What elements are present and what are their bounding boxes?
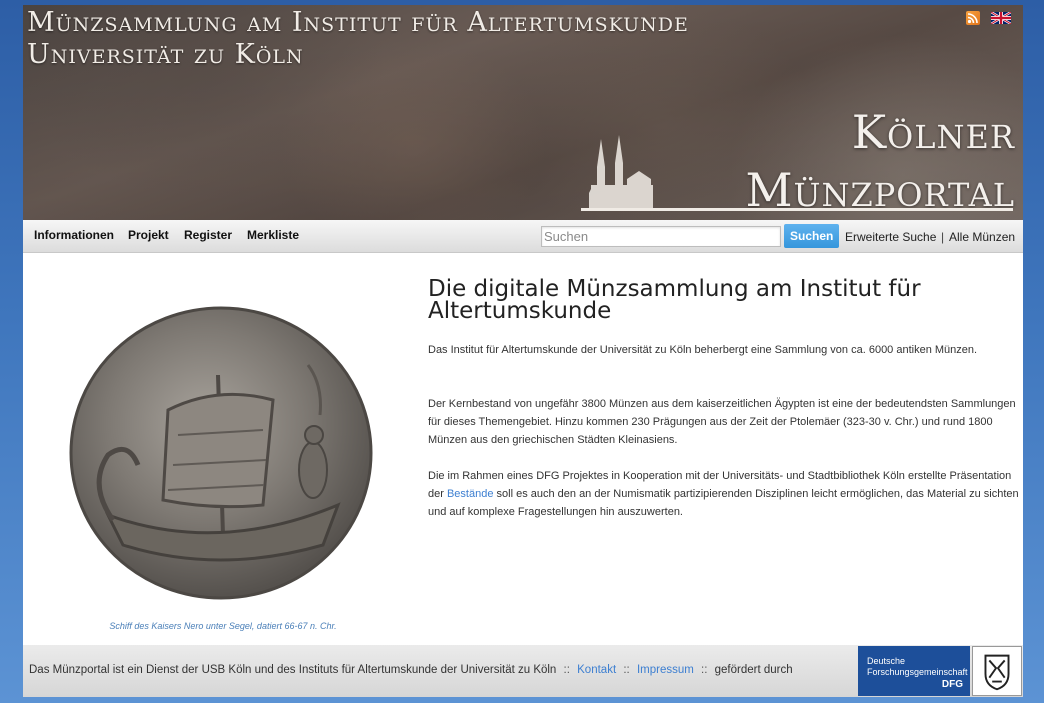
footer-text: Das Münzportal ist ein Dienst der USB Kö… (29, 664, 793, 676)
search-input[interactable] (541, 226, 781, 247)
dfg-logo[interactable]: Deutsche Forschungsgemeinschaft DFG (858, 646, 970, 696)
imprint-link[interactable]: Impressum (637, 664, 694, 676)
footer: Das Münzportal ist ein Dienst der USB Kö… (23, 645, 1023, 697)
page-title: Die digitale Münzsammlung am Institut fü… (428, 276, 921, 324)
logo-underline (581, 208, 1013, 211)
page: Münzsammlung am Institut für Altertumsku… (23, 5, 1023, 697)
collection-paragraph: Der Kernbestand von ungefähr 3800 Münzen… (428, 398, 1016, 446)
header-banner: Münzsammlung am Institut für Altertumsku… (23, 5, 1023, 220)
dfg-logo-abbr: DFG (941, 679, 963, 690)
banner-logo-line1: Kölner (851, 105, 1015, 159)
all-coins-link[interactable]: Alle Münzen (949, 230, 1015, 244)
project-paragraph-end: soll es auch den an der Numismatik parti… (428, 488, 1019, 518)
nav-item-projekt[interactable]: Projekt (128, 228, 169, 242)
nav-item-informationen[interactable]: Informationen (34, 228, 114, 242)
flag-en-icon[interactable] (991, 12, 1011, 24)
dfg-logo-line1: Deutsche (867, 656, 906, 666)
footer-separator: :: (623, 664, 630, 676)
search-button[interactable]: Suchen (784, 224, 839, 248)
banner-title-line1: Münzsammlung am Institut für Altertumsku… (27, 7, 689, 38)
bestaende-link[interactable]: Bestände (447, 488, 493, 500)
image-caption: Schiff des Kaisers Nero unter Segel, dat… (109, 621, 337, 631)
footer-separator: :: (563, 664, 570, 676)
cathedral-icon (589, 135, 653, 211)
nav-separator: | (941, 230, 945, 244)
funded-by-text: gefördert durch (714, 664, 793, 676)
nav-item-register[interactable]: Register (184, 228, 232, 242)
footer-service-text: Das Münzportal ist ein Dienst der USB Kö… (29, 664, 557, 676)
dfg-logo-line2: Forschungsgemeinschaft (867, 667, 968, 677)
main-navigation: Informationen Projekt Register Merkliste… (23, 220, 1023, 253)
project-paragraph: Die im Rahmen eines DFG Projektes in Koo… (428, 467, 1020, 521)
contact-link[interactable]: Kontakt (577, 664, 616, 676)
academy-crest-icon[interactable] (972, 646, 1022, 696)
intro-paragraph: Das Institut für Altertumskunde der Univ… (428, 344, 978, 356)
footer-separator: :: (701, 664, 708, 676)
coin-image (69, 306, 373, 600)
advanced-search-link[interactable]: Erweiterte Suche (845, 230, 936, 244)
nav-item-merkliste[interactable]: Merkliste (247, 228, 299, 242)
banner-title-line2: Universität zu Köln (27, 39, 304, 70)
rss-icon[interactable] (966, 11, 980, 25)
